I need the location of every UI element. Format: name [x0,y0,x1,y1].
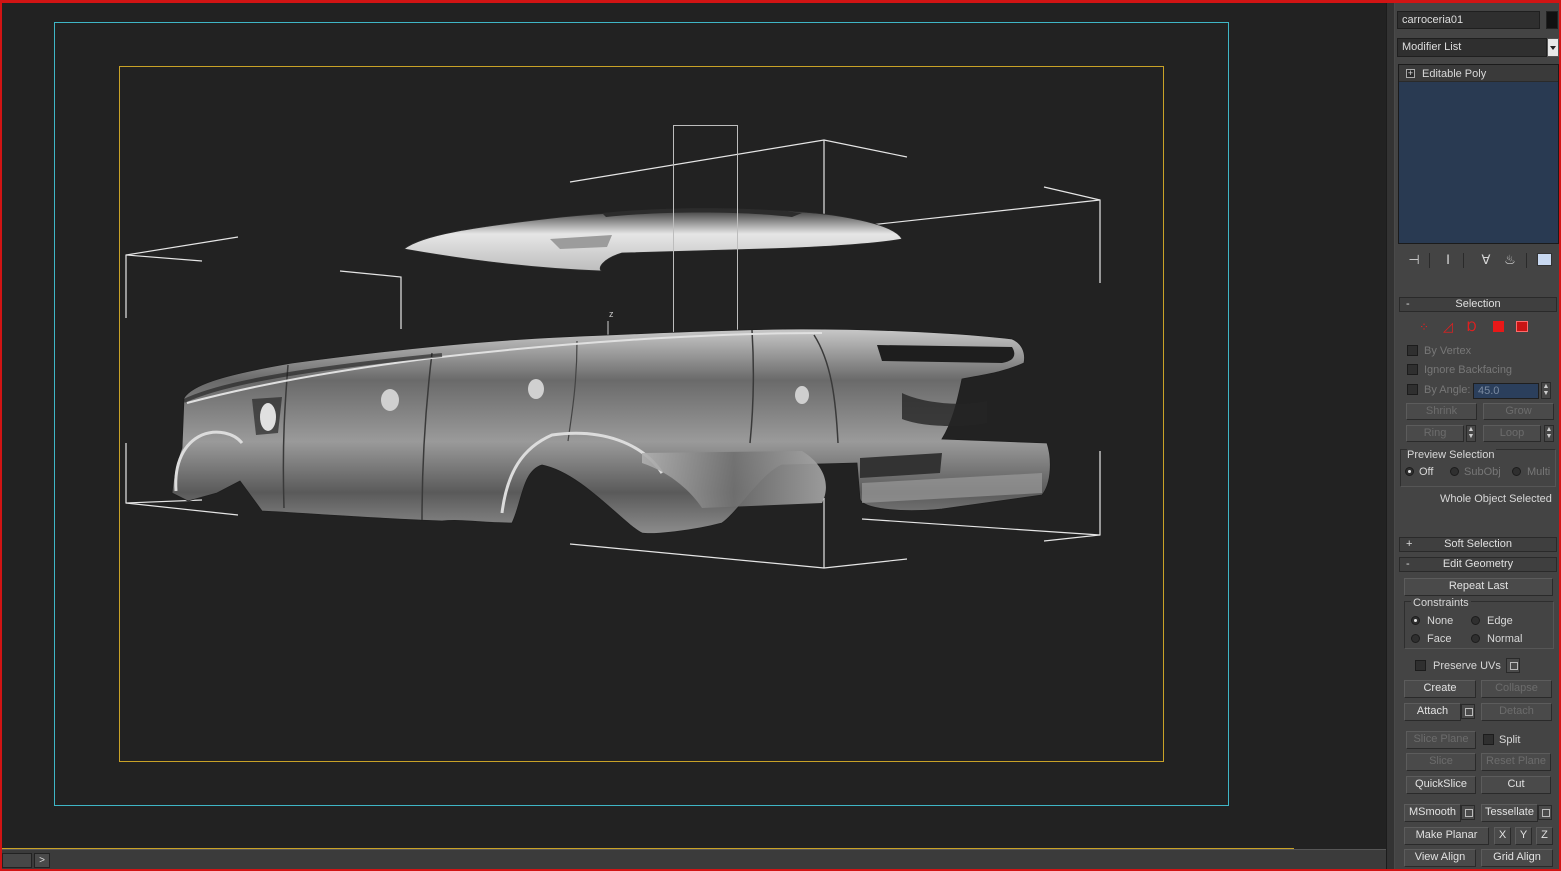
subobject-toolbar: ⁘ ◿ Ɒ [1415,319,1535,335]
ignore-backfacing-label: Ignore Backfacing [1424,364,1513,376]
remove-modifier-icon[interactable]: ♨ [1502,252,1518,268]
expand-plus-icon[interactable]: + [1406,69,1415,78]
cut-button[interactable]: Cut [1481,776,1551,794]
preview-subobj-label: SubObj [1464,466,1501,478]
view-align-button[interactable]: View Align [1404,849,1476,867]
ring-button[interactable]: Ring [1406,425,1464,442]
modifier-stack[interactable]: + Editable Poly [1398,64,1559,244]
selection-status-text: Whole Object Selected [1440,493,1552,505]
loop-button[interactable]: Loop [1483,425,1541,442]
constraints-group: Constraints None Edge Face Normal [1404,596,1554,649]
modifier-list-dropdown[interactable]: Modifier List [1397,38,1547,57]
quickslice-button[interactable]: QuickSlice [1406,776,1476,794]
by-vertex-label: By Vertex [1424,345,1472,357]
planar-x-button[interactable]: X [1494,827,1511,845]
element-icon[interactable] [1516,321,1528,332]
constraint-normal-label: Normal [1487,633,1523,645]
make-unique-icon[interactable]: ∀ [1478,252,1494,268]
preview-multi-radio[interactable] [1512,467,1521,476]
preview-multi-label: Multi [1527,466,1551,478]
preview-off-radio[interactable] [1405,467,1414,476]
object-color-swatch[interactable] [1546,11,1558,29]
selection-rollout-header[interactable]: - Selection [1399,297,1557,312]
msmooth-button[interactable]: MSmooth [1404,804,1461,822]
show-end-result-icon[interactable]: Ⅰ [1440,252,1456,268]
grid-align-button[interactable]: Grid Align [1481,849,1553,867]
chevron-down-icon[interactable] [1547,38,1559,57]
angle-spinner[interactable]: ▲ ▼ [1541,382,1551,399]
by-angle-checkbox[interactable] [1407,384,1418,395]
perspective-viewport[interactable]: z [2,3,1386,849]
planar-y-button[interactable]: Y [1515,827,1532,845]
constraint-edge-radio[interactable] [1471,616,1480,625]
command-panel: carroceria01 Modifier List + Editable Po… [1395,3,1559,869]
make-planar-button[interactable]: Make Planar [1404,827,1489,845]
split-label: Split [1499,734,1521,746]
constraint-normal-radio[interactable] [1471,634,1480,643]
planar-z-button[interactable]: Z [1536,827,1553,845]
reset-plane-button[interactable]: Reset Plane [1481,753,1551,771]
time-slider-bar[interactable]: > [2,849,1386,869]
edit-geometry-rollout-header[interactable]: - Edit Geometry [1399,557,1557,572]
preserve-uvs-settings-button[interactable] [1506,658,1520,673]
preview-off-label: Off [1419,466,1434,478]
constraint-none-radio[interactable] [1411,616,1420,625]
angle-value-field[interactable]: 45.0 [1473,383,1539,399]
object-name-field[interactable]: carroceria01 [1397,11,1540,29]
configure-modifier-sets-icon[interactable] [1537,253,1552,266]
slice-button[interactable]: Slice [1406,753,1476,771]
edge-icon[interactable]: ◿ [1443,320,1457,334]
repeat-last-button[interactable]: Repeat Last [1404,578,1553,596]
ring-spinner[interactable]: ▲ ▼ [1466,425,1476,442]
preview-selection-title: Preview Selection [1407,448,1497,462]
collapse-button[interactable]: Collapse [1481,680,1552,698]
pin-icon[interactable]: ⊣ [1406,252,1422,268]
panel-splitter[interactable] [1386,3,1395,869]
by-angle-label: By Angle: [1424,384,1471,396]
preview-selection-group: Preview Selection Off SubObj Multi [1400,448,1556,487]
z-axis-label: z [609,309,614,319]
viewport-canvas[interactable]: z [2,3,1386,849]
constraint-edge-label: Edge [1487,615,1513,627]
polygon-icon[interactable] [1493,321,1504,332]
stack-item-editable-poly[interactable]: + Editable Poly [1399,65,1558,82]
soft-selection-rollout-header[interactable]: + Soft Selection [1399,537,1557,552]
vertex-icon[interactable]: ⁘ [1419,321,1433,333]
stack-item-label: Editable Poly [1422,68,1487,80]
tessellate-settings-button[interactable] [1538,805,1552,820]
time-slider-handle[interactable] [2,853,32,868]
attach-settings-button[interactable] [1461,704,1475,719]
create-button[interactable]: Create [1404,680,1476,698]
car-roof-mesh [403,208,903,272]
ignore-backfacing-checkbox[interactable] [1407,364,1418,375]
stack-toolbar: ⊣ Ⅰ ∀ ♨ [1398,249,1559,271]
grow-button[interactable]: Grow [1483,403,1554,420]
preserve-uvs-label: Preserve UVs [1433,660,1501,672]
preserve-uvs-checkbox[interactable] [1415,660,1426,671]
attach-button[interactable]: Attach [1404,703,1461,721]
split-checkbox[interactable] [1483,734,1494,745]
msmooth-settings-button[interactable] [1461,805,1475,820]
by-vertex-checkbox[interactable] [1407,345,1418,356]
detach-button[interactable]: Detach [1481,703,1552,721]
border-icon[interactable]: Ɒ [1467,320,1481,334]
car-body-mesh [171,328,1051,534]
next-frame-button[interactable]: > [34,853,50,868]
constraint-face-label: Face [1427,633,1452,645]
constraints-title: Constraints [1411,596,1471,610]
slice-plane-button[interactable]: Slice Plane [1406,731,1476,749]
constraint-face-radio[interactable] [1411,634,1420,643]
shrink-button[interactable]: Shrink [1406,403,1477,420]
preview-subobj-radio[interactable] [1450,467,1459,476]
constraint-none-label: None [1427,615,1454,627]
tessellate-button[interactable]: Tessellate [1481,804,1538,822]
loop-spinner[interactable]: ▲ ▼ [1544,425,1554,442]
